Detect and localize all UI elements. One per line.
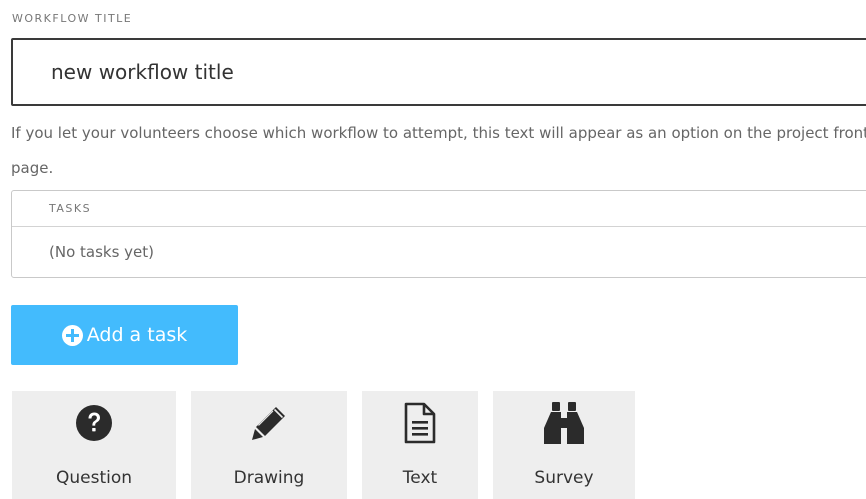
- tasks-header: TASKS: [12, 191, 866, 227]
- pencil-icon: [247, 401, 291, 445]
- task-type-text-button[interactable]: Text: [362, 391, 478, 499]
- file-text-icon: [398, 401, 442, 445]
- tasks-panel: TASKS (No tasks yet): [11, 190, 866, 278]
- workflow-title-input[interactable]: [11, 38, 866, 106]
- add-task-button[interactable]: Add a task: [11, 305, 238, 365]
- workflow-title-label: WORKFLOW TITLE: [12, 12, 133, 25]
- task-type-text-label: Text: [402, 468, 438, 488]
- task-type-drawing-label: Drawing: [233, 468, 305, 488]
- tasks-empty-message: (No tasks yet): [49, 243, 155, 261]
- task-type-question-button[interactable]: Question: [12, 391, 176, 499]
- workflow-editor: WORKFLOW TITLE If you let your volunteer…: [0, 0, 866, 499]
- plus-circle-icon: [61, 324, 83, 346]
- binoculars-icon: [542, 401, 586, 445]
- task-type-question-label: Question: [55, 468, 133, 488]
- task-type-survey-label: Survey: [534, 468, 594, 488]
- task-type-drawing-button[interactable]: Drawing: [191, 391, 347, 499]
- question-circle-icon: [72, 401, 116, 445]
- add-task-label: Add a task: [86, 324, 188, 346]
- workflow-title-help-text: If you let your volunteers choose which …: [11, 124, 866, 177]
- task-type-survey-button[interactable]: Survey: [493, 391, 635, 499]
